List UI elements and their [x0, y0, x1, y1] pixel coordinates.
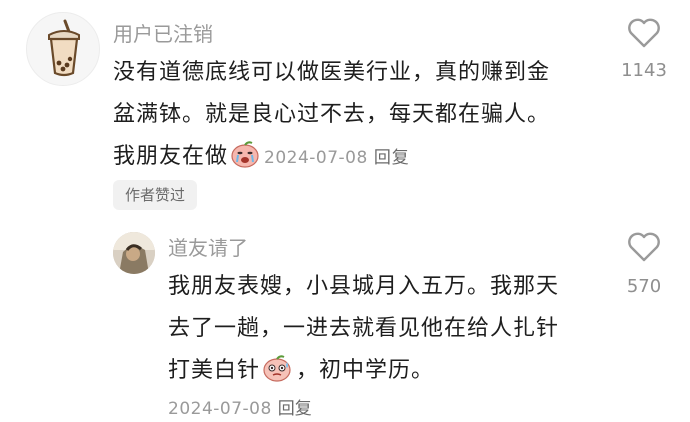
reply-button[interactable]: 回复 — [374, 148, 410, 168]
comment-text-line: 没有道德底线可以做医美行业，真的赚到金 — [113, 60, 551, 85]
reply-button[interactable]: 回复 — [278, 399, 312, 419]
heart-icon — [628, 18, 660, 48]
comment-meta: 2024-07-08 回复 — [168, 394, 312, 419]
comment-body: 没有道德底线可以做医美行业，真的赚到金 盆满钵。就是良心过不去，每天都在骗人。 … — [113, 52, 603, 183]
comment-text-line: 我朋友表嫂，小县城月入五万。我那天 — [168, 274, 560, 299]
comment-text-line: 我朋友在做 2024-07-08 回复 — [113, 136, 603, 183]
comment-username[interactable]: 用户已注销 — [113, 22, 213, 46]
author-liked-badge: 作者赞过 — [113, 180, 198, 210]
comment-text-line: 去了一趟，一进去就看见他在给人扎针 — [168, 316, 560, 341]
comment-date: 2024-07-08 — [168, 399, 272, 419]
avatar[interactable] — [26, 12, 100, 86]
comment-text-line: 打美白针 ，初中学历。 — [168, 350, 598, 397]
like-count: 1143 — [621, 60, 667, 81]
comment-text-tail: 我朋友在做 — [113, 144, 229, 169]
like-button[interactable] — [624, 232, 664, 266]
bubble-tea-icon — [48, 19, 80, 77]
photo-avatar-icon — [113, 232, 155, 274]
comment-date: 2024-07-08 — [264, 148, 368, 168]
comment-text-line: 盆满钵。就是良心过不去，每天都在骗人。 — [113, 102, 551, 127]
comment-text-segment: ，初中学历。 — [296, 358, 435, 383]
like-button[interactable] — [624, 18, 664, 52]
like-count: 570 — [626, 276, 662, 297]
heart-icon — [628, 232, 660, 262]
crying-peach-emoji-icon — [230, 140, 260, 183]
comment-username[interactable]: 道友请了 — [168, 236, 248, 260]
sweating-peach-emoji-icon — [262, 354, 292, 397]
comment-text-segment: 打美白针 — [168, 358, 261, 383]
comment-body: 我朋友表嫂，小县城月入五万。我那天 去了一趟，一进去就看见他在给人扎针 打美白针… — [168, 266, 598, 397]
avatar[interactable] — [113, 232, 155, 274]
